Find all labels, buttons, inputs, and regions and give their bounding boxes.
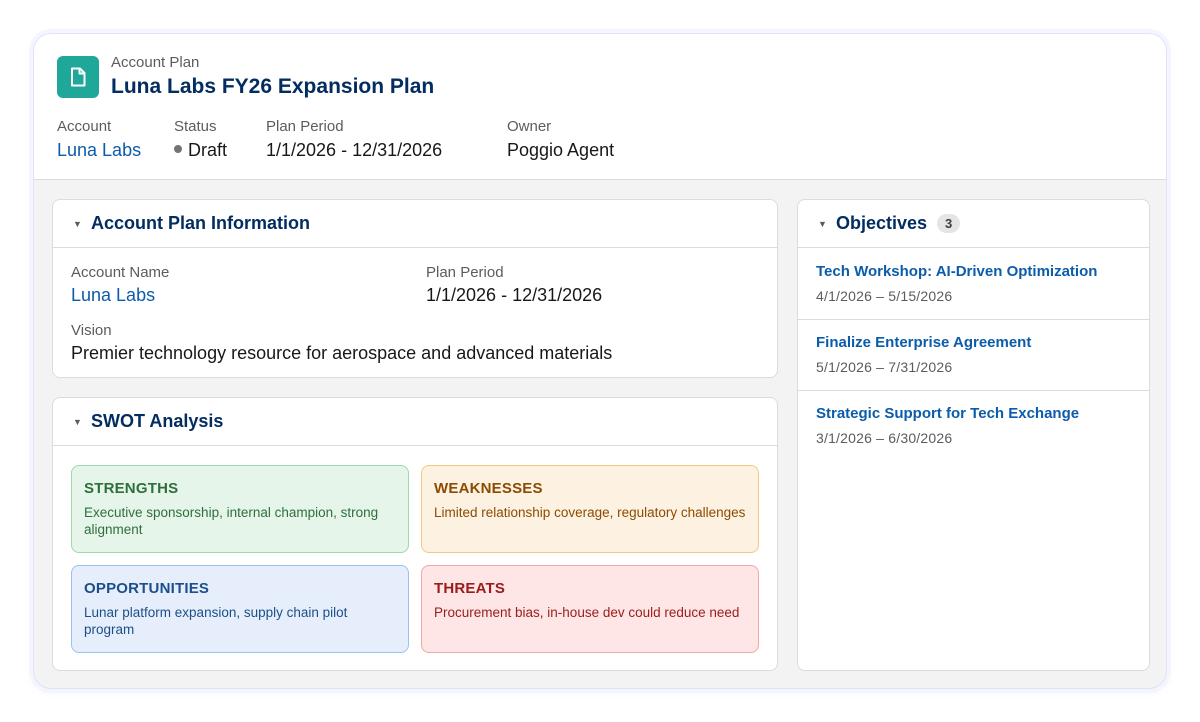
document-icon <box>57 56 99 98</box>
objective-dates: 5/1/2026 – 7/31/2026 <box>816 359 953 375</box>
record-header: Account Plan Luna Labs FY26 Expansion Pl… <box>34 34 1166 180</box>
plan-period-value: 1/1/2026 - 12/31/2026 <box>426 285 603 305</box>
vision-value: Premier technology resource for aerospac… <box>71 343 613 363</box>
swot-text: Limited relationship coverage, regulator… <box>434 505 746 520</box>
account-plan-record-page: Account Plan Luna Labs FY26 Expansion Pl… <box>33 33 1167 689</box>
plan-period-value: 1/1/2026 - 12/31/2026 <box>266 140 443 160</box>
swot-heading: THREATS <box>434 580 506 597</box>
status-value: Draft <box>174 140 227 161</box>
header-field-plan-period: Plan Period 1/1/2026 - 12/31/2026 <box>266 118 442 161</box>
account-link[interactable]: Luna Labs <box>57 140 141 161</box>
objective-item: Strategic Support for Tech Exchange 3/1/… <box>798 391 1149 462</box>
objective-dates: 3/1/2026 – 6/30/2026 <box>816 430 953 446</box>
swot-heading: OPPORTUNITIES <box>84 580 210 597</box>
field-label: Owner <box>507 118 552 135</box>
section-header[interactable]: ▼ SWOT Analysis <box>53 398 777 446</box>
chevron-down-icon[interactable]: ▼ <box>818 219 836 229</box>
objective-title-link[interactable]: Strategic Support for Tech Exchange <box>816 405 1131 422</box>
record-title: Luna Labs FY26 Expansion Plan <box>111 75 435 98</box>
plan-period-label: Plan Period <box>426 264 504 281</box>
objectives-card: ▼ Objectives 3 Tech Workshop: AI-Driven … <box>797 199 1150 671</box>
swot-threats: THREATS Procurement bias, in-house dev c… <box>421 565 759 653</box>
section-title: Account Plan Information <box>91 213 311 233</box>
objective-title-link[interactable]: Tech Workshop: AI-Driven Optimization <box>816 263 1131 280</box>
objectives-count-badge: 3 <box>937 214 961 233</box>
header-field-account: Account Luna Labs <box>57 118 141 161</box>
field-label: Status <box>174 118 217 135</box>
swot-weaknesses: WEAKNESSES Limited relationship coverage… <box>421 465 759 553</box>
section-title: SWOT Analysis <box>91 411 224 431</box>
objective-dates: 4/1/2026 – 5/15/2026 <box>816 288 953 304</box>
objective-item: Tech Workshop: AI-Driven Optimization 4/… <box>798 249 1149 320</box>
account-name-link[interactable]: Luna Labs <box>71 285 155 306</box>
field-label: Account <box>57 118 112 135</box>
account-name-label: Account Name <box>71 264 170 281</box>
section-title: Objectives <box>836 213 928 233</box>
swot-analysis-card: ▼ SWOT Analysis STRENGTHS Executive spon… <box>52 397 778 671</box>
vision-label: Vision <box>71 322 112 339</box>
swot-strengths: STRENGTHS Executive sponsorship, interna… <box>71 465 409 553</box>
swot-text: Procurement bias, in-house dev could red… <box>434 605 740 620</box>
chevron-down-icon[interactable]: ▼ <box>73 417 91 427</box>
record-type-label: Account Plan <box>111 54 200 71</box>
account-plan-information-card: ▼ Account Plan Information Account Name … <box>52 199 778 378</box>
owner-value: Poggio Agent <box>507 140 615 160</box>
status-dot-icon <box>174 145 182 154</box>
chevron-down-icon[interactable]: ▼ <box>73 219 91 229</box>
swot-opportunities: OPPORTUNITIES Lunar platform expansion, … <box>71 565 409 653</box>
section-header[interactable]: ▼ Account Plan Information <box>53 200 777 248</box>
objective-title-link[interactable]: Finalize Enterprise Agreement <box>816 334 1131 351</box>
status-text: Draft <box>188 140 228 160</box>
swot-heading: STRENGTHS <box>84 480 179 497</box>
section-header[interactable]: ▼ Objectives 3 <box>798 200 1149 248</box>
header-field-owner: Owner Poggio Agent <box>507 118 614 161</box>
swot-text: Lunar platform expansion, supply chain p… <box>84 605 348 637</box>
header-field-status: Status Draft <box>174 118 227 161</box>
swot-text: Executive sponsorship, internal champion… <box>84 505 379 537</box>
swot-heading: WEAKNESSES <box>434 480 543 497</box>
objective-item: Finalize Enterprise Agreement 5/1/2026 –… <box>798 320 1149 391</box>
field-label: Plan Period <box>266 118 344 135</box>
